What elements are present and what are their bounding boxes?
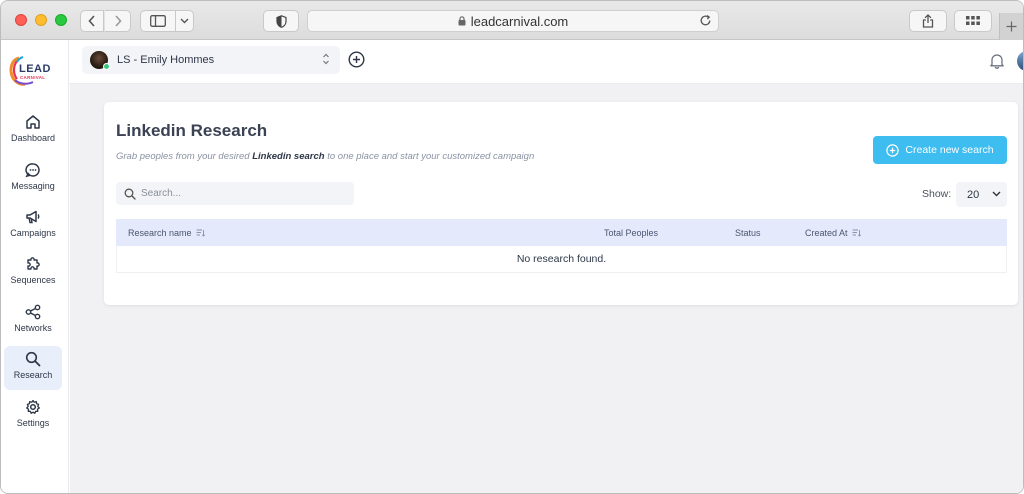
online-status-dot [103, 63, 110, 70]
browser-toolbar: leadcarnival.com [1, 1, 1023, 40]
empty-table-message: No research found. [116, 246, 1007, 273]
sort-icon [852, 229, 861, 237]
sidebar-item-label: Dashboard [10, 133, 56, 143]
search-box [116, 182, 354, 205]
forward-button[interactable] [105, 10, 131, 32]
search-input[interactable] [141, 188, 341, 199]
reload-icon[interactable] [699, 14, 712, 30]
sidebar-item-settings[interactable]: Settings [4, 397, 62, 441]
column-label: Status [735, 228, 761, 238]
sidebar-item-research[interactable]: Research [4, 346, 62, 390]
research-card: Linkedin Research Grab peoples from your… [104, 102, 1018, 305]
create-new-search-button[interactable]: Create new search [873, 136, 1007, 164]
search-icon [25, 351, 41, 367]
account-name: LS - Emily Hommes [117, 54, 215, 66]
subtitle-text-end: to one place and start your customized c… [324, 151, 535, 162]
app-header: LS - Emily Hommes [69, 40, 1023, 84]
chat-icon [25, 163, 40, 178]
page-size-value: 20 [967, 188, 980, 201]
subtitle-emphasis: Linkedin search [252, 151, 325, 162]
grid-icon [966, 16, 980, 25]
puzzle-icon [27, 257, 40, 270]
sidebar-menu-button[interactable] [176, 10, 194, 32]
sort-icon [196, 229, 205, 237]
lock-icon [458, 16, 466, 26]
sidebar-icon [150, 15, 166, 27]
research-table: Research name Total Peoples Status Creat… [116, 219, 1007, 273]
chevron-updown-icon [323, 53, 329, 65]
share-icon [25, 304, 41, 320]
new-tab-button[interactable] [999, 13, 1023, 40]
sidebar-item-networks[interactable]: Networks [4, 302, 62, 346]
sidebar-toggle-button[interactable] [140, 10, 176, 32]
add-account-icon[interactable] [348, 51, 365, 68]
browser-window: leadcarnival.com LEAD CARNIVAL Dashboard… [0, 0, 1024, 494]
sidebar-item-label: Sequences [10, 275, 56, 285]
column-label: Research name [128, 228, 192, 238]
shield-icon [275, 14, 287, 28]
tab-overview-button[interactable] [954, 10, 992, 32]
chevron-left-icon [88, 15, 95, 27]
sidebar-item-campaigns[interactable]: Campaigns [4, 207, 62, 251]
chevron-right-icon [114, 15, 122, 27]
home-icon [26, 115, 40, 129]
user-avatar[interactable] [1017, 51, 1023, 71]
sidebar-item-label: Settings [16, 418, 50, 428]
sidebar-item-label: Research [13, 370, 53, 380]
search-icon [124, 188, 136, 200]
show-label: Show: [922, 188, 952, 200]
zoom-window-button[interactable] [55, 14, 67, 26]
column-research-name[interactable]: Research name [128, 228, 205, 238]
table-header: Research name Total Peoples Status Creat… [116, 219, 1007, 246]
sidebar-item-label: Campaigns [10, 228, 56, 238]
create-button-label: Create new search [905, 144, 994, 156]
page-subtitle: Grab peoples from your desired Linkedin … [116, 151, 534, 162]
gear-icon [26, 399, 40, 414]
main-content: Linkedin Research Grab peoples from your… [70, 84, 1023, 493]
subtitle-text: Grab peoples from your desired [116, 151, 253, 162]
chevron-down-icon [180, 18, 189, 24]
page-size-select[interactable]: 20 [956, 182, 1007, 207]
column-label: Total Peoples [604, 228, 659, 238]
url-text: leadcarnival.com [470, 13, 569, 29]
page-title: Linkedin Research [116, 121, 268, 140]
avatar [90, 51, 110, 70]
sidebar-item-messaging[interactable]: Messaging [4, 160, 62, 204]
chevron-down-icon [992, 191, 1001, 197]
bell-icon[interactable] [989, 52, 1005, 69]
sidebar-item-sequences[interactable]: Sequences [4, 254, 62, 298]
sidebar-item-label: Networks [14, 323, 52, 333]
plus-icon [1006, 21, 1017, 32]
column-label: Created At [805, 228, 848, 238]
share-button[interactable] [909, 10, 947, 32]
logo-subtext: CARNIVAL [20, 75, 45, 80]
minimize-window-button[interactable] [35, 14, 47, 26]
megaphone-icon [26, 210, 40, 224]
share-upload-icon [922, 14, 934, 28]
lead-carnival-logo[interactable]: LEAD CARNIVAL [7, 54, 59, 88]
sidebar-item-label: Messaging [11, 181, 55, 191]
sidebar-item-dashboard[interactable]: Dashboard [4, 112, 62, 156]
address-bar[interactable]: leadcarnival.com [307, 10, 719, 32]
column-total-peoples: Total Peoples [604, 228, 658, 238]
column-created-at[interactable]: Created At [805, 228, 861, 238]
privacy-shield-button[interactable] [263, 10, 299, 32]
column-status: Status [735, 228, 761, 238]
logo-text: LEAD [19, 63, 51, 75]
back-button[interactable] [80, 10, 104, 32]
plus-circle-icon [886, 143, 900, 157]
app-sidebar: LEAD CARNIVAL Dashboard Messaging Campai… [1, 40, 69, 493]
close-window-button[interactable] [15, 14, 27, 26]
account-selector[interactable]: LS - Emily Hommes [82, 46, 340, 74]
